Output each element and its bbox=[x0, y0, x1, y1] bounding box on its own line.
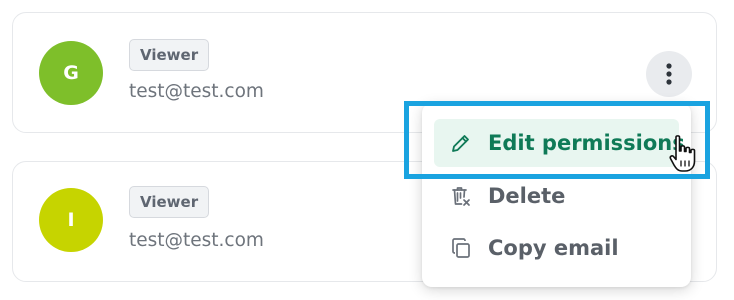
more-options-button[interactable] bbox=[646, 51, 692, 97]
role-badge: Viewer bbox=[129, 39, 210, 71]
avatar: I bbox=[39, 188, 103, 252]
members-list: G Viewer test@test.com I Viewer test@tes… bbox=[0, 0, 734, 300]
member-email: test@test.com bbox=[129, 230, 264, 251]
menu-item-label: Delete bbox=[488, 184, 566, 208]
copy-email-menu-item[interactable]: Copy email bbox=[434, 224, 679, 272]
delete-menu-item[interactable]: Delete bbox=[434, 172, 679, 220]
more-vertical-icon bbox=[666, 63, 672, 85]
menu-item-label: Copy email bbox=[488, 236, 619, 260]
member-actions-menu: Edit permissions Delete Copy email bbox=[422, 103, 691, 287]
role-badge: Viewer bbox=[129, 186, 210, 218]
pencil-icon bbox=[450, 132, 472, 154]
edit-permissions-menu-item[interactable]: Edit permissions bbox=[434, 119, 685, 167]
menu-item-label: Edit permissions bbox=[488, 131, 685, 155]
hand-cursor-icon bbox=[669, 135, 696, 172]
copy-icon bbox=[450, 237, 472, 259]
avatar: G bbox=[39, 41, 103, 105]
member-email: test@test.com bbox=[129, 81, 264, 102]
trash-icon bbox=[450, 185, 472, 207]
